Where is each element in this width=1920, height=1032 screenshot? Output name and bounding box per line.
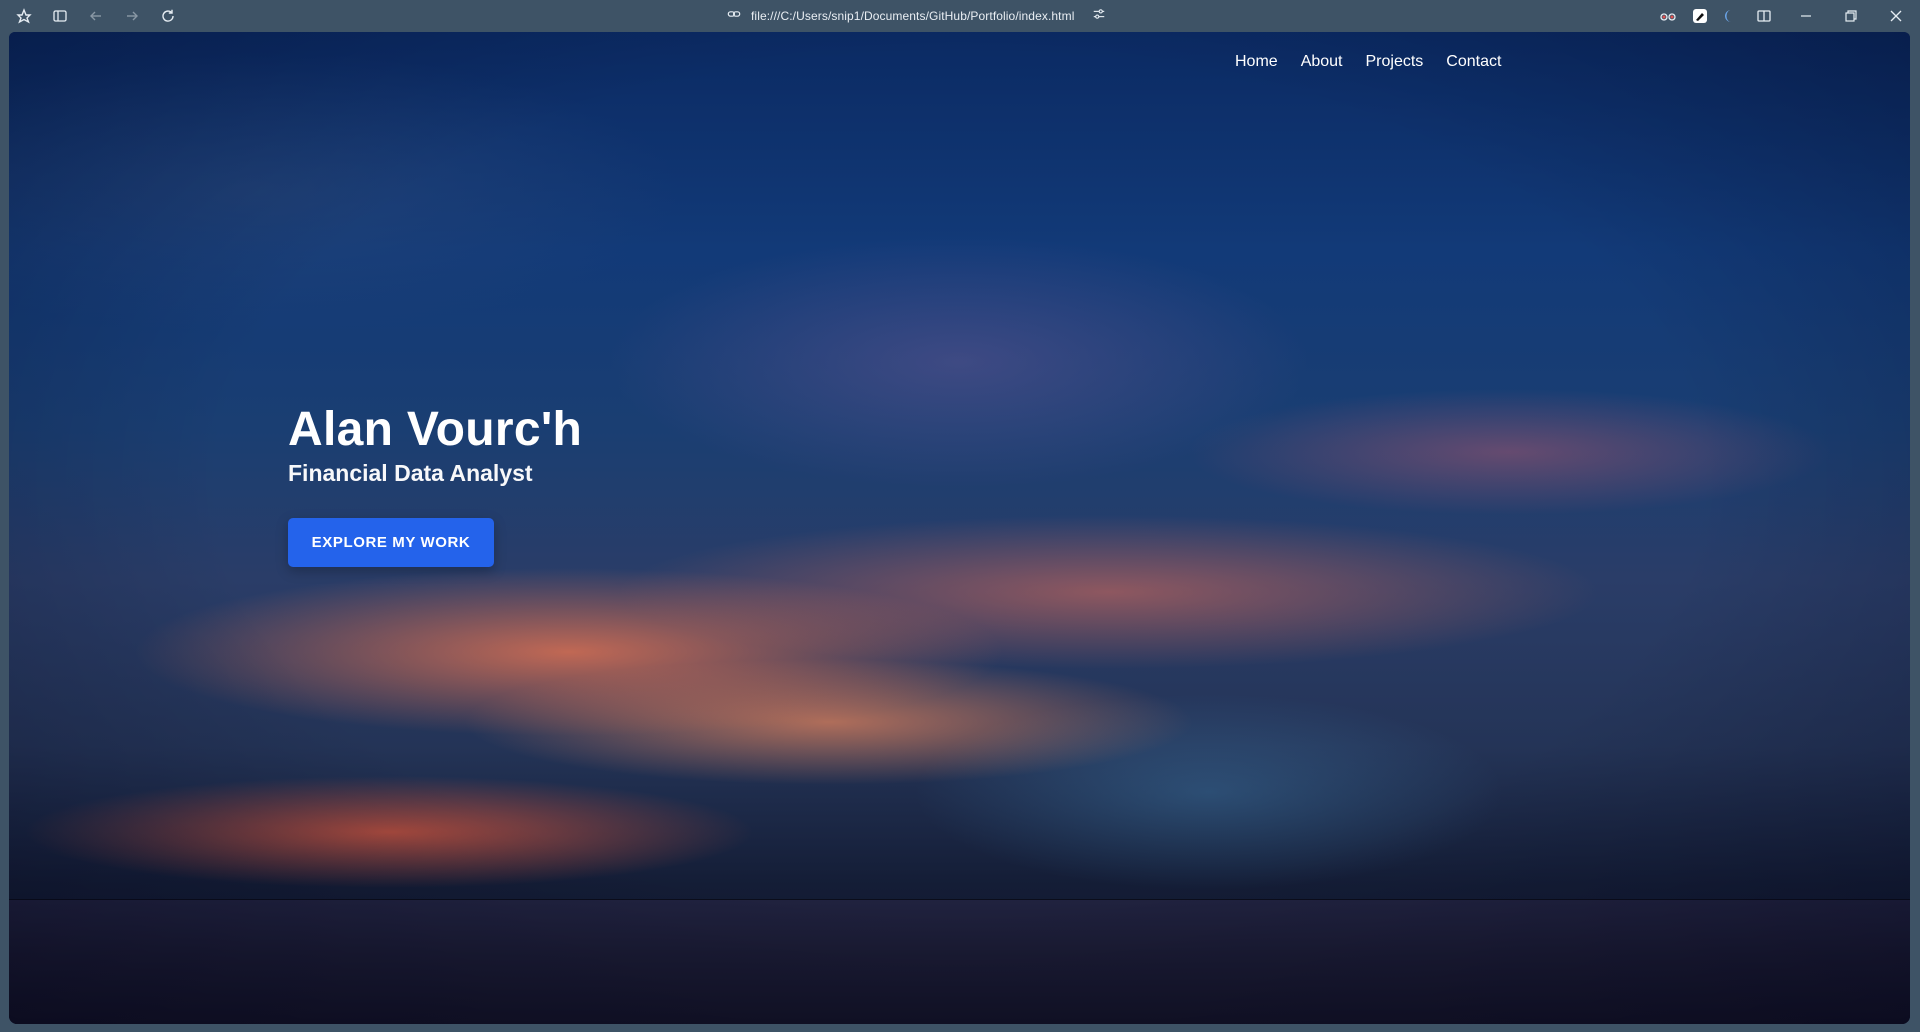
minimize-icon[interactable] <box>1794 4 1818 28</box>
web-page: Home About Projects Contact Alan Vourc'h… <box>9 32 1910 1024</box>
nav-contact-link[interactable]: Contact <box>1446 50 1501 74</box>
split-view-icon[interactable] <box>1752 4 1776 28</box>
address-url[interactable]: file:///C:/Users/snip1/Documents/GitHub/… <box>751 9 1074 23</box>
hero-title: Financial Data Analyst <box>288 460 533 486</box>
back-arrow-icon[interactable] <box>84 4 108 28</box>
nav-projects-link[interactable]: Projects <box>1366 50 1424 74</box>
address-bar[interactable]: file:///C:/Users/snip1/Documents/GitHub/… <box>727 5 1106 27</box>
explore-work-button[interactable]: EXPLORE MY WORK <box>288 518 494 567</box>
restore-icon[interactable] <box>1839 4 1863 28</box>
forward-arrow-icon[interactable] <box>120 4 144 28</box>
extension-glasses-icon[interactable] <box>1656 4 1680 28</box>
sidebar-toggle-icon[interactable] <box>48 4 72 28</box>
site-navigation: Home About Projects Contact <box>1235 50 1501 74</box>
reload-icon[interactable] <box>156 4 180 28</box>
close-icon[interactable] <box>1884 4 1908 28</box>
hero-name: Alan Vourc'h <box>288 403 583 456</box>
extension-moon-icon[interactable] <box>1716 4 1740 28</box>
nav-home-link[interactable]: Home <box>1235 50 1278 74</box>
nav-about-link[interactable]: About <box>1301 50 1343 74</box>
hero-section: Alan Vourc'h Financial Data Analyst EXPL… <box>288 402 582 567</box>
extension-pen-icon[interactable] <box>1688 4 1712 28</box>
site-settings-icon[interactable] <box>1092 7 1106 26</box>
browser-toolbar: file:///C:/Users/snip1/Documents/GitHub/… <box>0 0 1920 32</box>
app-logo-icon[interactable] <box>12 4 36 28</box>
link-icon <box>727 7 741 26</box>
